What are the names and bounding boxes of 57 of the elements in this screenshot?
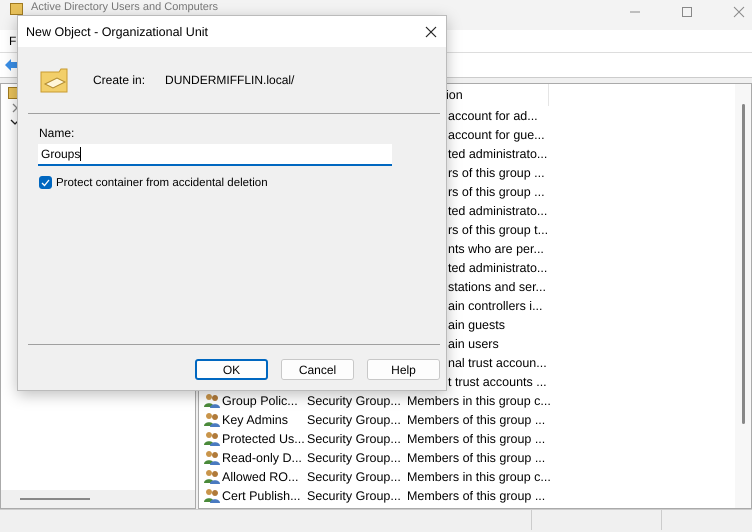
table-cell: ted administrato... [448,146,548,160]
table-cell: ain controllers i... [448,298,542,312]
checkbox-label: Protect container from accidental deletion [56,176,268,188]
checkbox[interactable] [39,176,52,189]
dialog-button[interactable]: Help [367,359,440,380]
table-cell: rs of this group ... [448,166,545,180]
back-arrow-icon[interactable] [4,58,18,72]
table-cell: Members of this group ... [407,488,546,502]
dialog-button[interactable]: OK [195,359,268,380]
window-title: Active Directory Users and Computers [31,1,218,14]
name-label: Name: [39,126,76,140]
table-cell-text: Security Group... [307,450,402,464]
table-cell: Read-only D... [222,450,302,464]
table-cell: ain guests [448,318,505,332]
table-cell: account for ad... [448,108,538,122]
name-field[interactable]: Groups [38,144,392,166]
users-icon [204,450,220,465]
table-cell: Members of this group ... [407,412,546,426]
close-icon[interactable] [425,26,437,38]
table-cell: nts who are per... [448,242,544,256]
table-cell: ted administrato... [448,204,548,218]
table-cell: Key Admins [222,412,288,426]
table-cell: t trust accounts ... [448,374,547,388]
table-cell: rs of this group ... [448,184,545,198]
table-cell: Protected Us... [222,432,305,446]
table-cell: Members in this group c... [407,470,551,484]
table-cell: Group Polic... [222,394,298,408]
table-cell-text: Security Group... [307,412,402,426]
create-in-path: DUNDERMIFFLIN.local/ [165,73,294,87]
dialog-button[interactable]: Cancel [281,359,354,380]
table-cell: rs of this group t... [448,222,548,236]
users-icon [204,488,220,503]
table-cell: stations and ser... [448,280,546,294]
table-cell: nal trust accoun... [448,356,547,370]
table-cell: Cert Publish... [222,488,301,502]
table-cell-text: Security Group... [307,470,402,484]
table-cell: ted administrato... [448,260,548,274]
users-icon [204,412,220,427]
create-in-label: Create in: [93,73,146,87]
users-icon [204,393,220,408]
table-cell-text: Security Group... [307,432,402,446]
users-icon [204,469,220,484]
scrollbar-thumb[interactable] [742,104,745,424]
table-cell: Members in this group c... [407,394,551,408]
table-cell: Members of this group ... [407,450,546,464]
maximize-icon[interactable] [681,6,693,18]
table-cell: Members of this group ... [407,432,546,446]
app-icon [10,2,23,15]
table-cell: ain users [448,336,499,350]
table-cell-text: Security Group... [307,488,402,502]
dialog-title: New Object - Organizational Unit [26,24,208,38]
users-icon [204,431,220,446]
menu-item[interactable]: F [9,34,16,48]
table-cell: account for gue... [448,128,545,142]
table-cell-text: Security Group... [307,394,402,408]
table-cell: Allowed RO... [222,470,298,484]
scrollbar-thumb[interactable] [20,498,90,500]
